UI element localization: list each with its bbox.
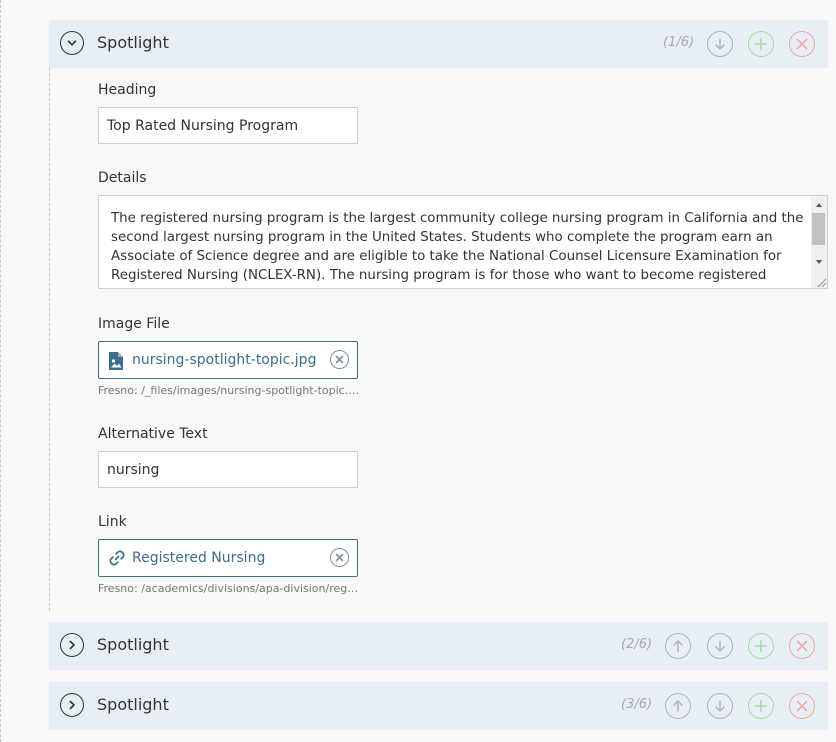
details-text: The registered nursing program is the la… — [111, 211, 804, 283]
remove-button[interactable] — [789, 693, 815, 719]
remove-button[interactable] — [789, 31, 815, 57]
scroll-thumb[interactable] — [812, 213, 825, 245]
clear-icon — [335, 355, 344, 364]
details-label: Details — [98, 170, 147, 186]
close-icon — [796, 640, 808, 652]
clear-icon — [335, 553, 344, 562]
arrow-up-icon — [673, 640, 683, 652]
group-body-1 — [49, 68, 829, 611]
image-file-chooser[interactable]: nursing-spotlight-topic.jpg — [98, 341, 358, 379]
group-title: Spotlight — [97, 695, 169, 714]
arrow-down-icon — [715, 38, 725, 50]
clear-image-button[interactable] — [330, 350, 349, 369]
add-button[interactable] — [748, 31, 774, 57]
arrow-down-icon — [715, 700, 725, 712]
link-chooser[interactable]: Registered Nursing — [98, 539, 358, 577]
plus-icon — [754, 37, 768, 51]
move-up-button[interactable] — [665, 633, 691, 659]
close-icon — [796, 38, 808, 50]
alt-text-input[interactable] — [98, 451, 358, 488]
remove-button[interactable] — [789, 633, 815, 659]
plus-icon — [754, 699, 768, 713]
link-path: Fresno: /academics/divisions/apa-divisio… — [98, 582, 360, 595]
details-textarea[interactable]: The registered nursing program is the la… — [98, 195, 828, 289]
outer-dashed-guide — [0, 0, 1, 742]
group-title: Spotlight — [97, 33, 169, 52]
link-icon — [109, 550, 125, 566]
close-icon — [796, 700, 808, 712]
resize-handle-icon[interactable] — [815, 276, 827, 288]
scroll-down-icon — [816, 260, 822, 264]
image-file-icon — [109, 352, 123, 370]
clear-link-button[interactable] — [330, 548, 349, 567]
scroll-up-icon — [816, 203, 822, 207]
add-button[interactable] — [748, 633, 774, 659]
details-scrollbar[interactable] — [811, 196, 827, 288]
move-down-button[interactable] — [707, 693, 733, 719]
chevron-down-icon[interactable] — [60, 31, 84, 55]
link-label: Link — [98, 514, 127, 530]
add-button[interactable] — [748, 693, 774, 719]
chevron-right-icon[interactable] — [60, 633, 84, 657]
move-down-button[interactable] — [707, 633, 733, 659]
group-header-1[interactable]: Spotlight (1/6) — [49, 20, 828, 68]
group-count: (3/6) — [621, 697, 653, 712]
move-down-button[interactable] — [707, 31, 733, 57]
group-count: (1/6) — [663, 35, 695, 50]
image-file-label: Image File — [98, 316, 170, 332]
group-count: (2/6) — [621, 637, 653, 652]
arrow-up-icon — [673, 700, 683, 712]
move-up-button[interactable] — [665, 693, 691, 719]
image-file-name[interactable]: nursing-spotlight-topic.jpg — [132, 352, 316, 368]
plus-icon — [754, 639, 768, 653]
chevron-right-icon[interactable] — [60, 693, 84, 717]
heading-label: Heading — [98, 82, 157, 98]
alt-text-label: Alternative Text — [98, 426, 208, 442]
group-title: Spotlight — [97, 635, 169, 654]
arrow-down-icon — [715, 640, 725, 652]
group-header-3[interactable]: Spotlight (3/6) — [49, 682, 828, 730]
heading-input[interactable] — [98, 107, 358, 144]
link-name[interactable]: Registered Nursing — [132, 550, 265, 566]
image-file-path: Fresno: /_files/images/nursing-spotlight… — [98, 384, 360, 397]
group-header-2[interactable]: Spotlight (2/6) — [49, 622, 828, 670]
